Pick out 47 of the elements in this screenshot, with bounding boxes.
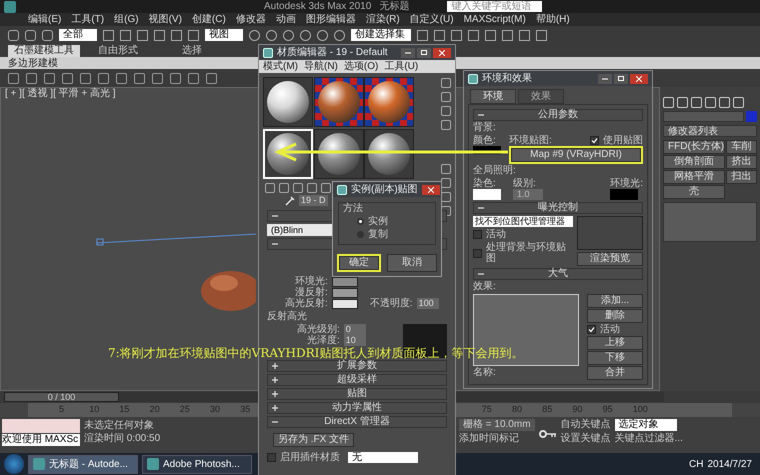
checkbox-label: 活动 (600, 324, 620, 335)
checkbox-label: 活动 (486, 229, 506, 240)
checkbox-label: 处理背景与环境贴图 (486, 242, 567, 264)
timeline-tick-label: 5 (59, 404, 64, 414)
ribbon-panel-label: 多边形建模 (8, 58, 58, 68)
timeline-tick-label: 75 (482, 404, 492, 414)
file-title: 无标题 (379, 0, 410, 12)
field-label: 颜色: (473, 135, 497, 146)
group-label: 全局照明: (473, 166, 517, 176)
checkbox-label: 使用贴图 (603, 135, 643, 146)
field-label: 高光级别: (297, 324, 340, 335)
field-label: 环境光: (610, 178, 643, 189)
timeline-tick-label: 20 (150, 404, 160, 414)
radio-label: 实例 (368, 216, 388, 227)
timeline-tick-label: 10 (89, 404, 100, 414)
dialog-title: 实例(副本)贴图 (351, 184, 418, 196)
status-prompt: 未选定任何对象 (84, 419, 155, 432)
render-time: 渲染时间 0:00:50 (84, 432, 162, 445)
timeline-tick-label: 30 (210, 404, 220, 414)
timeline-tick-label: 15 (119, 404, 130, 414)
timeline-tick-label: 100 (632, 404, 648, 414)
field-label: 名称: (473, 368, 497, 378)
clock-date: 2014/7/27 (708, 458, 752, 472)
field-label: 效果: (473, 282, 497, 292)
timeline-tick-label: 25 (180, 404, 190, 414)
field-label: 环境贴图: (509, 135, 552, 146)
app-title: Autodesk 3ds Max 2010 (264, 0, 372, 12)
field-label: 级别: (513, 178, 537, 189)
group-label: 反射高光 (267, 311, 308, 322)
color-label: 高光反射: (285, 298, 328, 309)
field-label: 染色: (473, 178, 497, 189)
opacity-label: 不透明度: (370, 298, 413, 309)
timeline-tick-label: 85 (542, 404, 552, 414)
timeline-tick-label: 80 (512, 404, 522, 414)
group-label: 方法 (343, 203, 364, 214)
window-title: 环境和效果 (482, 72, 532, 84)
field-label: 光泽度: (307, 335, 340, 346)
timeline-tick-label: 35 (240, 404, 250, 414)
group-label: 背景: (473, 123, 497, 133)
color-label: 环境光: (295, 276, 328, 287)
grid-readout: 栅格 = 10.0mm (459, 419, 535, 431)
window-title: 材质编辑器 - 19 - Default (277, 46, 388, 58)
radio-label: 复制 (368, 229, 388, 240)
timeline-tick-label: 90 (572, 404, 582, 414)
color-label: 漫反射: (295, 287, 328, 298)
timeline-tick-label: 95 (602, 404, 613, 414)
checkbox-label: 启用插件材质 (280, 452, 340, 463)
